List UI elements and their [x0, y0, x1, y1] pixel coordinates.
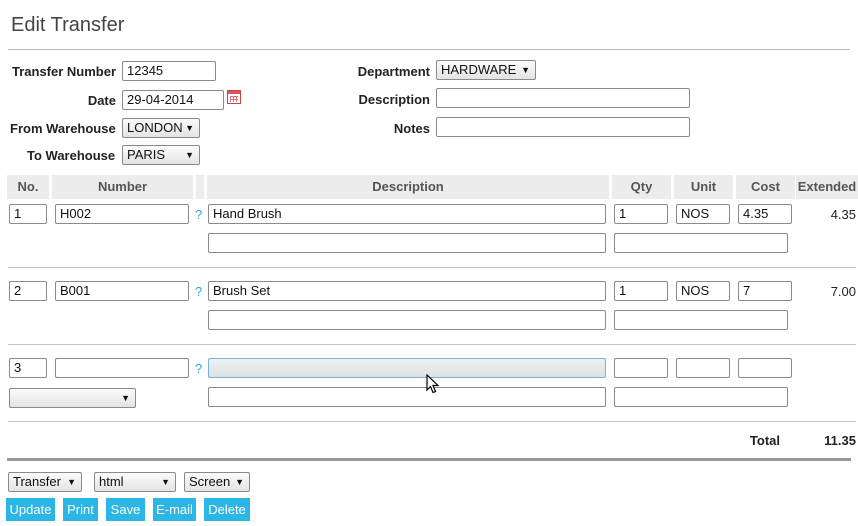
row-1-note-input[interactable]: [208, 233, 606, 253]
column-header-description: Description: [207, 175, 609, 199]
row-1-help-link[interactable]: ?: [195, 207, 202, 222]
email-button[interactable]: E-mail: [153, 498, 196, 521]
notes-label: Notes: [393, 121, 430, 136]
document-type-select[interactable]: Transfer ▼: [8, 472, 82, 492]
row-2-cost-input[interactable]: 7: [738, 281, 792, 301]
row-2-note-input[interactable]: [208, 310, 606, 330]
row-1-unit-input[interactable]: NOS: [676, 204, 730, 224]
row-3-unit-input[interactable]: [676, 358, 730, 378]
delete-button[interactable]: Delete: [204, 498, 250, 521]
column-header-help: [196, 175, 204, 199]
row-3-extra-input[interactable]: [614, 387, 788, 407]
output-value: Screen: [189, 474, 231, 489]
column-header-number: Number: [52, 175, 193, 199]
row-3-no-input[interactable]: 3: [9, 358, 47, 378]
row-2-no-input[interactable]: 2: [9, 281, 47, 301]
row-1-cost-input[interactable]: 4.35: [738, 204, 792, 224]
description-input[interactable]: [436, 88, 690, 108]
column-header-extended: Extended: [796, 175, 858, 199]
row-3-help-link[interactable]: ?: [195, 361, 202, 376]
to-warehouse-select[interactable]: PARIS ▼: [122, 145, 200, 165]
calendar-icon[interactable]: [227, 90, 241, 104]
row-1-extra-input[interactable]: [614, 233, 788, 253]
totals-divider: [7, 458, 851, 461]
row-3-type-select[interactable]: ▼: [9, 388, 136, 408]
total-label: Total: [749, 433, 780, 448]
row-2-extended-value: 7.00: [830, 284, 856, 299]
title-divider: [8, 49, 850, 50]
chevron-down-icon: ▼: [521, 65, 530, 75]
row-divider: [8, 267, 856, 268]
chevron-down-icon: ▼: [121, 393, 130, 403]
chevron-down-icon: ▼: [185, 150, 194, 160]
row-1-extended-value: 4.35: [830, 207, 856, 222]
row-1-qty-input[interactable]: 1: [614, 204, 668, 224]
row-3-number-input[interactable]: [55, 358, 189, 378]
page-title: Edit Transfer: [11, 14, 125, 36]
row-2-extra-input[interactable]: [614, 310, 788, 330]
document-type-value: Transfer: [13, 474, 61, 489]
column-header-no: No.: [7, 175, 49, 199]
row-divider: [8, 344, 856, 345]
notes-input[interactable]: [436, 117, 690, 137]
row-3-cost-input[interactable]: [738, 358, 792, 378]
department-label: Department: [357, 64, 430, 79]
row-1-description-input[interactable]: Hand Brush: [208, 204, 606, 224]
transfer-number-input[interactable]: 12345: [122, 61, 216, 81]
column-header-unit: Unit: [674, 175, 733, 199]
from-warehouse-label: From Warehouse: [10, 121, 116, 136]
department-select[interactable]: HARDWARE ▼: [436, 60, 536, 80]
chevron-down-icon: ▼: [235, 477, 244, 487]
from-warehouse-value: LONDON: [127, 120, 183, 135]
row-1-number-input[interactable]: H002: [55, 204, 189, 224]
chevron-down-icon: ▼: [67, 477, 76, 487]
chevron-down-icon: ▼: [161, 477, 170, 487]
row-2-help-link[interactable]: ?: [195, 284, 202, 299]
department-value: HARDWARE: [441, 62, 517, 77]
description-label: Description: [358, 92, 430, 107]
row-3-qty-input[interactable]: [614, 358, 668, 378]
to-warehouse-value: PARIS: [127, 147, 166, 162]
row-3-description-input[interactable]: [208, 358, 606, 378]
transfer-number-label: Transfer Number: [12, 64, 117, 79]
row-1-no-input[interactable]: 1: [9, 204, 47, 224]
chevron-down-icon: ▼: [185, 123, 194, 133]
date-label: Date: [87, 93, 116, 108]
save-button[interactable]: Save: [106, 498, 145, 521]
row-2-description-input[interactable]: Brush Set: [208, 281, 606, 301]
mouse-pointer-icon: [426, 374, 440, 394]
format-value: html: [99, 474, 124, 489]
row-2-qty-input[interactable]: 1: [614, 281, 668, 301]
row-3-note-input[interactable]: [208, 387, 606, 407]
to-warehouse-label: To Warehouse: [27, 148, 116, 163]
update-button[interactable]: Update: [6, 498, 55, 521]
from-warehouse-select[interactable]: LONDON ▼: [122, 118, 200, 138]
column-header-qty: Qty: [612, 175, 671, 199]
format-select[interactable]: html ▼: [94, 472, 176, 492]
total-value: 11.35: [824, 433, 856, 448]
print-button[interactable]: Print: [63, 498, 98, 521]
row-2-number-input[interactable]: B001: [55, 281, 189, 301]
row-divider: [8, 421, 856, 422]
output-select[interactable]: Screen ▼: [184, 472, 250, 492]
column-header-cost: Cost: [736, 175, 795, 199]
row-2-unit-input[interactable]: NOS: [676, 281, 730, 301]
date-input[interactable]: 29-04-2014: [122, 90, 224, 110]
